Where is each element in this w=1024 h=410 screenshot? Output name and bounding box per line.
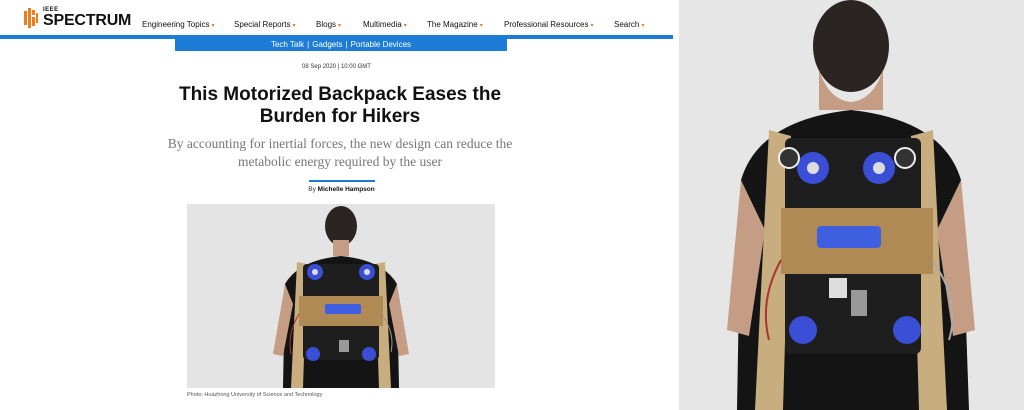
chevron-down-icon: ▾ [479,23,483,29]
article-photo-backpack [187,204,495,388]
top-navigation: IEEE SPECTRUM Engineering Topics ▾ Specia… [0,0,673,35]
author-link[interactable]: Michelle Hampson [318,186,375,193]
chevron-down-icon: ▾ [590,23,594,29]
logo-spectrum-text: SPECTRUM [43,12,132,29]
article-subtitle: By accounting for inertial forces, the n… [167,136,513,169]
nav-the-magazine[interactable]: The Magazine ▾ [427,20,483,29]
tag-portable-devices[interactable]: Portable Devices [351,40,411,49]
byline-prefix: By [308,186,316,193]
ieee-logo-icon [24,8,38,28]
nav-label: Blogs [316,20,337,29]
nav-special-reports[interactable]: Special Reports ▾ [234,20,296,29]
tag-bar: Tech Talk | Gadgets | Portable Devices [175,37,507,51]
chevron-down-icon: ▾ [338,23,342,29]
nav-label: Special Reports [234,20,291,29]
tag-separator: | [307,39,310,49]
byline: By Michelle Hampson [0,186,683,193]
tag-tech-talk[interactable]: Tech Talk [271,40,304,49]
tag-separator: | [345,39,348,49]
nav-label: Professional Resources [504,20,589,29]
photo-caption: Photo: Huazhong University of Science an… [187,392,323,398]
nav-engineering-topics[interactable]: Engineering Topics ▾ [142,20,214,29]
article-dateline: 08 Sep 2020 | 10:00 GMT [302,64,371,70]
nav-search[interactable]: Search ▾ [614,20,644,29]
nav-label: The Magazine [427,20,478,29]
chevron-down-icon: ▾ [292,23,296,29]
nav-multimedia[interactable]: Multimedia ▾ [363,20,407,29]
nav-label: Multimedia [363,20,402,29]
ieee-spectrum-logo[interactable]: IEEE SPECTRUM [24,7,131,29]
article-page: IEEE SPECTRUM Engineering Topics ▾ Specia… [0,0,673,410]
nav-label: Engineering Topics [142,20,210,29]
nav-blogs[interactable]: Blogs ▾ [316,20,341,29]
chevron-down-icon: ▾ [641,23,645,29]
article-title: This Motorized Backpack Eases the Burden… [178,84,502,127]
nav-label: Search [614,20,640,29]
large-photo-backpack [679,0,1024,410]
chevron-down-icon: ▾ [403,23,407,29]
nav-professional-resources[interactable]: Professional Resources ▾ [504,20,594,29]
byline-divider [309,180,375,182]
chevron-down-icon: ▾ [211,23,215,29]
tag-gadgets[interactable]: Gadgets [312,40,342,49]
